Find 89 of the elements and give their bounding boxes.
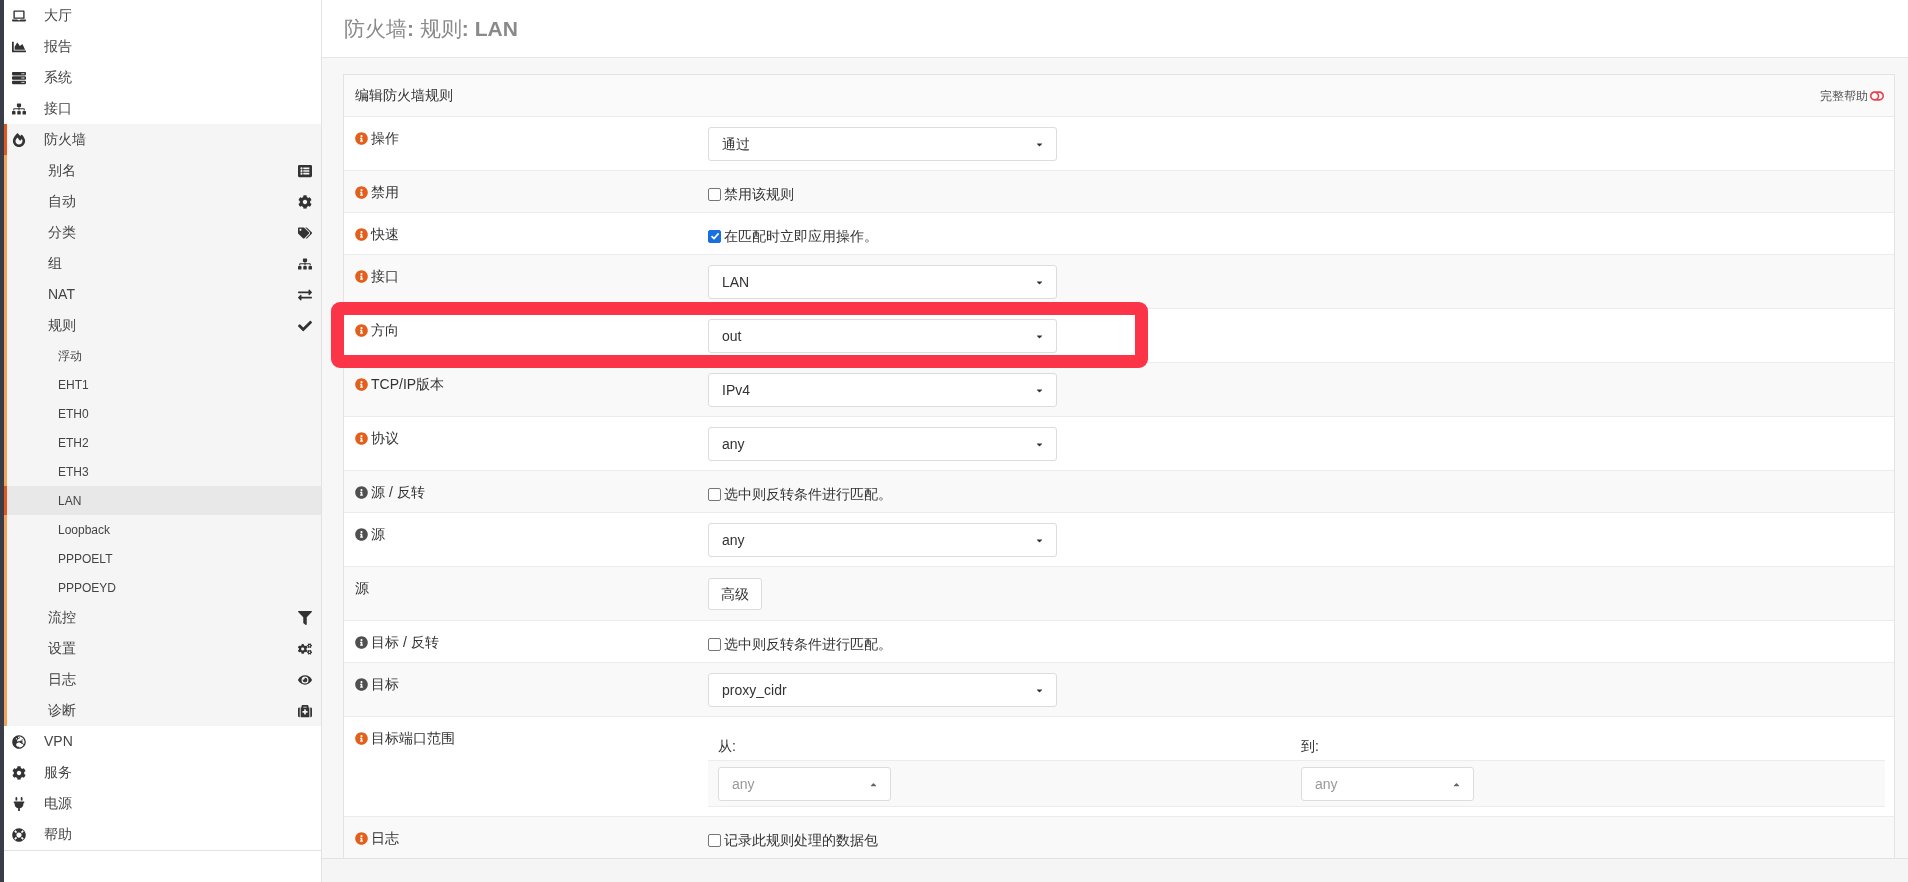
- field-label: 协议: [371, 429, 399, 448]
- select-dropdown[interactable]: any: [708, 427, 1057, 461]
- column-header: 从:: [718, 737, 736, 754]
- check-icon: [298, 318, 312, 333]
- info-icon[interactable]: [355, 324, 368, 337]
- server-icon: [12, 70, 26, 85]
- field-label: 操作: [371, 129, 399, 148]
- checkbox[interactable]: [708, 229, 721, 243]
- checkbox-label: 记录此规则处理的数据包: [724, 831, 878, 850]
- checkbox[interactable]: [708, 833, 721, 847]
- select-dropdown[interactable]: any: [708, 523, 1057, 557]
- field-label: 目标端口范围: [371, 729, 455, 748]
- sidebar-item[interactable]: PPPOEYD: [4, 573, 321, 602]
- column-header: 到:: [1301, 737, 1319, 754]
- sidebar-item[interactable]: ETH0: [4, 399, 321, 428]
- sidebar-item[interactable]: 诊断: [4, 695, 321, 726]
- info-icon[interactable]: [355, 186, 368, 199]
- globe-icon: [12, 734, 26, 749]
- lifebuoy-icon: [12, 827, 26, 842]
- info-icon[interactable]: [355, 270, 368, 283]
- select-dropdown[interactable]: 通过: [708, 127, 1057, 161]
- info-icon[interactable]: [355, 832, 368, 845]
- sidebar-item[interactable]: 浮动: [4, 341, 321, 370]
- checkbox[interactable]: [708, 637, 721, 651]
- info-icon[interactable]: [355, 486, 368, 499]
- field-label: TCP/IP版本: [371, 375, 445, 394]
- checkbox-label: 选中则反转条件进行匹配。: [724, 635, 892, 654]
- fire-icon: [12, 132, 26, 147]
- filter-icon: [298, 610, 312, 625]
- arrows-icon: [298, 287, 312, 302]
- field-label: 源: [371, 525, 385, 544]
- sidebar-item[interactable]: 设置: [4, 633, 321, 664]
- sidebar-item[interactable]: 防火墙: [4, 124, 321, 155]
- sidebar-item[interactable]: NAT: [4, 279, 321, 310]
- info-icon[interactable]: [355, 228, 368, 241]
- checkbox[interactable]: [708, 187, 721, 201]
- advanced-button[interactable]: 高级: [708, 578, 762, 610]
- sidebar-item[interactable]: 流控: [4, 602, 321, 633]
- gears-icon: [298, 641, 312, 656]
- select-dropdown[interactable]: proxy_cidr: [708, 673, 1057, 707]
- laptop-icon: [12, 8, 26, 23]
- medkit-icon: [298, 703, 312, 718]
- select-dropdown[interactable]: IPv4: [708, 373, 1057, 407]
- sidebar-item[interactable]: 别名: [4, 155, 321, 186]
- info-icon[interactable]: [355, 636, 368, 649]
- eye-icon: [298, 672, 312, 687]
- list-icon: [298, 163, 312, 178]
- info-icon[interactable]: [355, 378, 368, 391]
- field-label: 源: [355, 579, 369, 598]
- field-label: 日志: [371, 829, 399, 848]
- checkbox-label: 禁用该规则: [724, 185, 794, 204]
- field-label: 目标 / 反转: [371, 633, 439, 652]
- sitemap-icon: [12, 101, 26, 116]
- sidebar-item[interactable]: 日志: [4, 664, 321, 695]
- info-icon[interactable]: [355, 432, 368, 445]
- sidebar-item[interactable]: 组: [4, 248, 321, 279]
- info-icon[interactable]: [355, 528, 368, 541]
- field-label: 方向: [371, 321, 399, 340]
- sidebar-item[interactable]: Loopback: [4, 515, 321, 544]
- field-label: 禁用: [371, 183, 399, 202]
- panel-title: 编辑防火墙规则: [355, 86, 453, 105]
- sidebar-item[interactable]: LAN: [4, 486, 321, 515]
- page-title: 防火墙: 规则: LAN: [344, 15, 518, 42]
- sidebar-item[interactable]: ETH2: [4, 428, 321, 457]
- tags-icon: [298, 225, 312, 240]
- info-icon[interactable]: [355, 732, 368, 745]
- sitemap-icon: [298, 256, 312, 271]
- gear-icon: [298, 194, 312, 209]
- select-dropdown[interactable]: out: [708, 319, 1057, 353]
- field-label: 目标: [371, 675, 399, 694]
- checkbox-label: 选中则反转条件进行匹配。: [724, 485, 892, 504]
- gear-icon: [12, 765, 26, 780]
- field-label: 源 / 反转: [371, 483, 425, 502]
- checkbox[interactable]: [708, 487, 721, 501]
- sidebar-item[interactable]: 分类: [4, 217, 321, 248]
- sidebar-item[interactable]: 自动: [4, 186, 321, 217]
- sidebar-item[interactable]: EHT1: [4, 370, 321, 399]
- checkbox-label: 在匹配时立即应用操作。: [724, 227, 878, 246]
- area-chart-icon: [12, 39, 26, 54]
- field-label: 接口: [371, 267, 399, 286]
- sidebar-item[interactable]: 规则: [4, 310, 321, 341]
- sidebar-item[interactable]: ETH3: [4, 457, 321, 486]
- sidebar-item[interactable]: PPPOELT: [4, 544, 321, 573]
- full-help-toggle[interactable]: 完整帮助: [1820, 86, 1884, 105]
- field-label: 快速: [371, 225, 399, 244]
- info-icon[interactable]: [355, 678, 368, 691]
- select-dropdown[interactable]: LAN: [708, 265, 1057, 299]
- info-icon[interactable]: [355, 132, 368, 145]
- plug-icon: [12, 796, 26, 811]
